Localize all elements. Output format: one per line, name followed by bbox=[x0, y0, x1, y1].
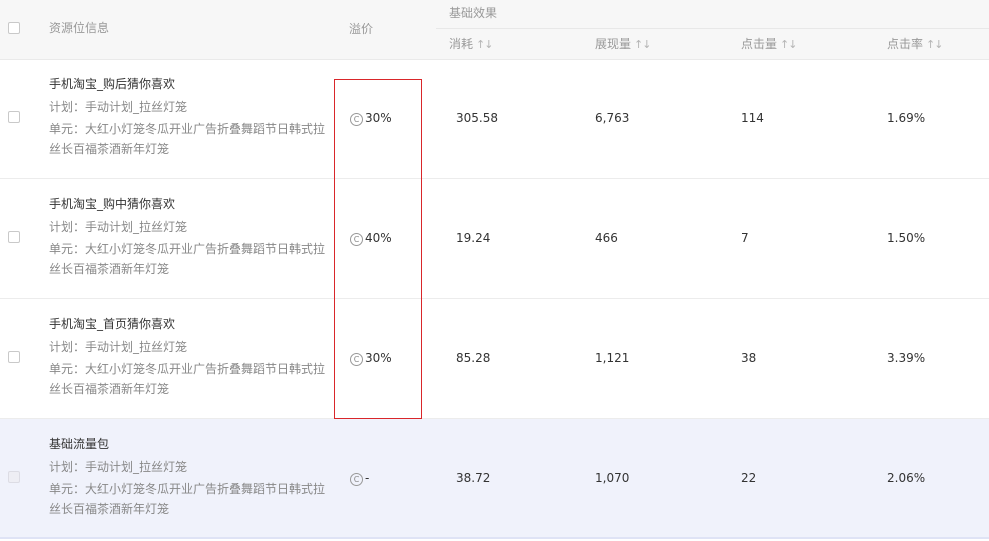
table-header: 资源位信息 溢价 基础效果 消耗 ↑↓ 展现量 ↑↓ 点击量 ↑↓ 点击率 ↑↓ bbox=[0, 0, 989, 60]
clicks-value: 7 bbox=[741, 231, 749, 245]
header-resource-info: 资源位信息 bbox=[49, 21, 110, 35]
table-row: 手机淘宝_首页猜你喜欢 计划：手动计划_拉丝灯笼 单元：大红小灯笼冬瓜开业广告折… bbox=[0, 299, 989, 419]
spend-value: 19.24 bbox=[456, 231, 491, 245]
ctr-value: 2.06% bbox=[887, 471, 926, 485]
sort-icon[interactable]: ↑↓ bbox=[634, 38, 651, 52]
row-checkbox-disabled bbox=[8, 471, 20, 483]
resource-plan: 计划：手动计划_拉丝灯笼 bbox=[49, 340, 188, 354]
resource-unit: 单元：大红小灯笼冬瓜开业广告折叠舞蹈节日韩式拉丝长百福茶酒新年灯笼 bbox=[49, 242, 326, 276]
resource-unit: 单元：大红小灯笼冬瓜开业广告折叠舞蹈节日韩式拉丝长百福茶酒新年灯笼 bbox=[49, 362, 326, 396]
sort-icon[interactable]: ↑↓ bbox=[926, 38, 943, 52]
resource-title: 手机淘宝_购后猜你喜欢 bbox=[49, 77, 176, 91]
impressions-value: 1,070 bbox=[595, 471, 630, 485]
resource-unit: 单元：大红小灯笼冬瓜开业广告折叠舞蹈节日韩式拉丝长百福茶酒新年灯笼 bbox=[49, 482, 326, 516]
resource-plan: 计划：手动计划_拉丝灯笼 bbox=[49, 460, 188, 474]
coin-icon: C bbox=[350, 473, 363, 486]
clicks-value: 22 bbox=[741, 471, 757, 485]
header-spend[interactable]: 消耗 ↑↓ bbox=[449, 37, 493, 52]
spend-value: 85.28 bbox=[456, 351, 491, 365]
row-checkbox[interactable] bbox=[8, 111, 20, 123]
header-ctr[interactable]: 点击率 ↑↓ bbox=[887, 37, 943, 52]
premium-value: C 30% bbox=[350, 111, 392, 126]
resource-title: 手机淘宝_购中猜你喜欢 bbox=[49, 197, 176, 211]
resource-plan: 计划：手动计划_拉丝灯笼 bbox=[49, 220, 188, 234]
ctr-value: 3.39% bbox=[887, 351, 926, 365]
clicks-value: 114 bbox=[741, 111, 764, 125]
spend-value: 305.58 bbox=[456, 111, 498, 125]
premium-value: C- bbox=[350, 471, 369, 486]
row-checkbox[interactable] bbox=[8, 351, 20, 363]
header-divider bbox=[436, 28, 989, 29]
clicks-value: 38 bbox=[741, 351, 757, 365]
table-row: 手机淘宝_购中猜你喜欢 计划：手动计划_拉丝灯笼 单元：大红小灯笼冬瓜开业广告折… bbox=[0, 179, 989, 299]
resource-title: 基础流量包 bbox=[49, 437, 110, 451]
resource-unit: 单元：大红小灯笼冬瓜开业广告折叠舞蹈节日韩式拉丝长百福茶酒新年灯笼 bbox=[49, 122, 326, 156]
spend-value: 38.72 bbox=[456, 471, 491, 485]
sort-icon[interactable]: ↑↓ bbox=[476, 38, 493, 52]
coin-icon: C bbox=[350, 113, 363, 126]
coin-icon: C bbox=[350, 233, 363, 246]
ctr-value: 1.69% bbox=[887, 111, 926, 125]
resource-title: 手机淘宝_首页猜你喜欢 bbox=[49, 317, 176, 331]
header-impressions[interactable]: 展现量 ↑↓ bbox=[595, 37, 651, 52]
header-premium: 溢价 bbox=[349, 22, 374, 36]
coin-icon: C bbox=[350, 353, 363, 366]
table-row: 手机淘宝_购后猜你喜欢 计划：手动计划_拉丝灯笼 单元：大红小灯笼冬瓜开业广告折… bbox=[0, 59, 989, 179]
impressions-value: 6,763 bbox=[595, 111, 630, 125]
ctr-value: 1.50% bbox=[887, 231, 926, 245]
header-clicks[interactable]: 点击量 ↑↓ bbox=[741, 37, 797, 52]
impressions-value: 466 bbox=[595, 231, 618, 245]
premium-value: C 40% bbox=[350, 231, 392, 246]
table-row: 基础流量包 计划：手动计划_拉丝灯笼 单元：大红小灯笼冬瓜开业广告折叠舞蹈节日韩… bbox=[0, 419, 989, 539]
sort-icon[interactable]: ↑↓ bbox=[780, 38, 797, 52]
resource-plan: 计划：手动计划_拉丝灯笼 bbox=[49, 100, 188, 114]
select-all-checkbox[interactable] bbox=[8, 22, 20, 34]
impressions-value: 1,121 bbox=[595, 351, 630, 365]
header-basic-effect: 基础效果 bbox=[449, 6, 498, 20]
row-checkbox[interactable] bbox=[8, 231, 20, 243]
premium-value: C 30% bbox=[350, 351, 392, 366]
